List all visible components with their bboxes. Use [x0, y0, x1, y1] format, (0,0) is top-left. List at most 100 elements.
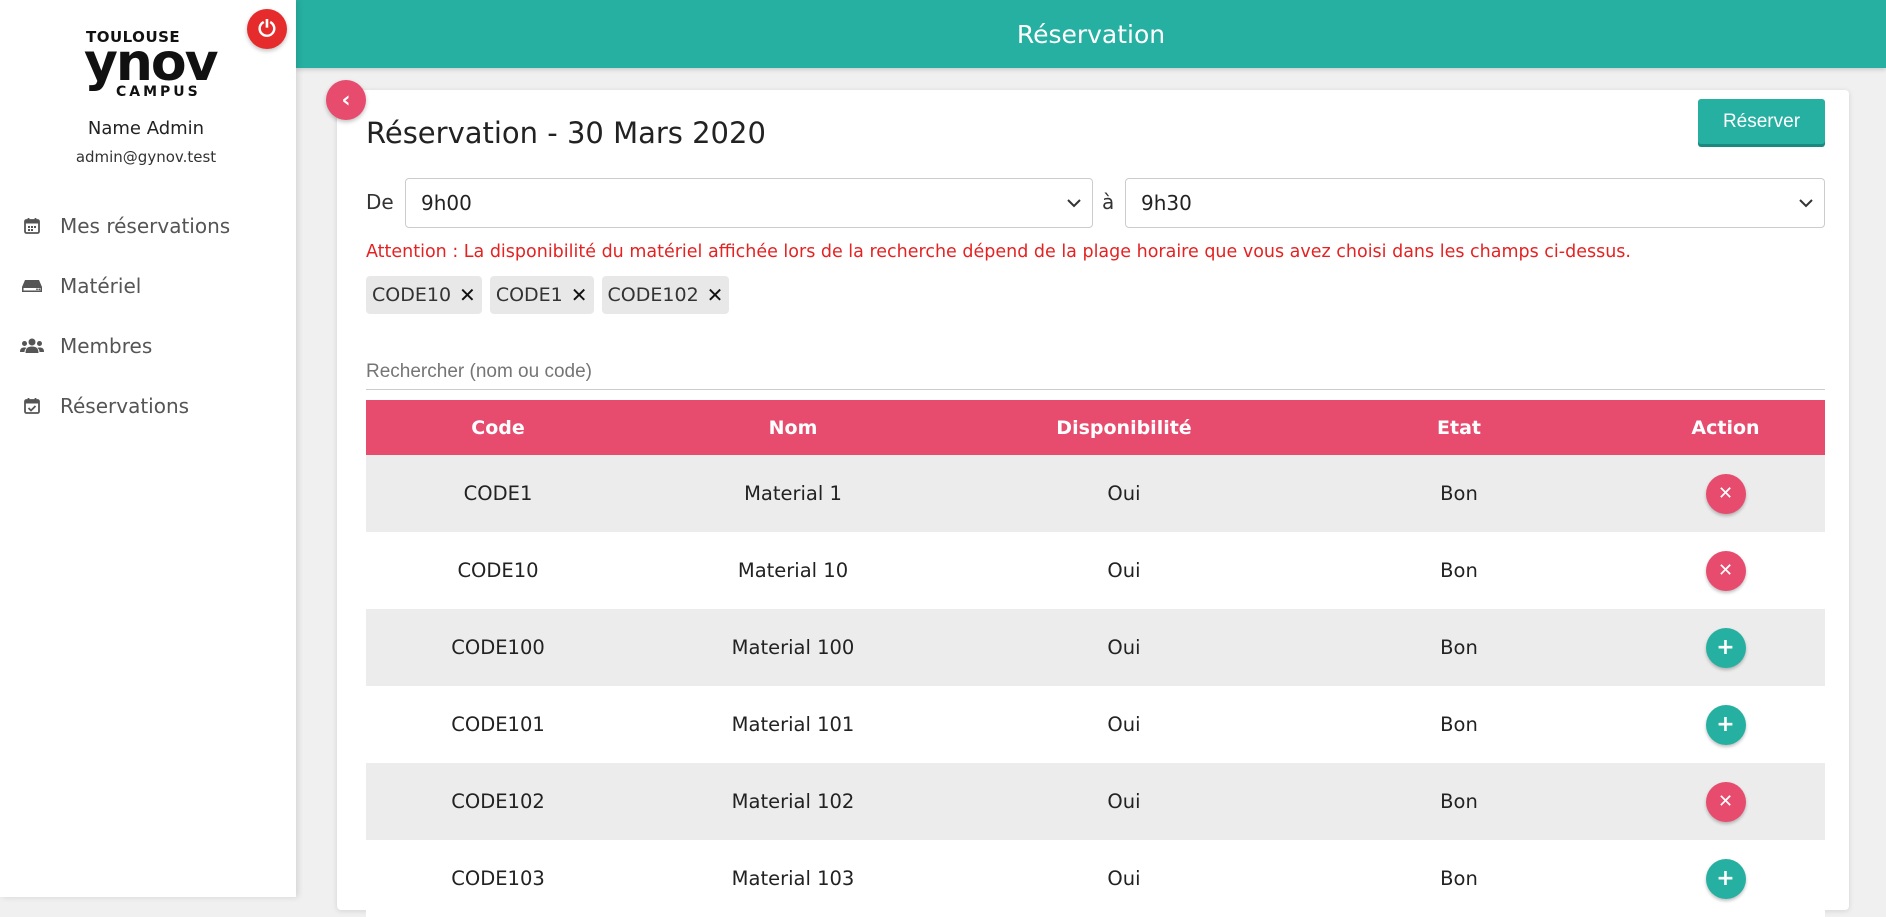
close-icon[interactable]: ✕: [571, 283, 588, 307]
header-title: Réservation: [1016, 19, 1166, 49]
logo-brand: ynov: [84, 33, 219, 93]
sidebar-item-label: Membres: [60, 334, 153, 358]
tag-label: CODE1: [495, 284, 563, 306]
to-time-value: 9h30: [1141, 191, 1192, 215]
plus-icon: +: [1716, 635, 1735, 660]
cell-name: Material 10: [737, 559, 849, 582]
table-row: CODE1 Material 1 Oui Bon ✕: [366, 455, 1825, 532]
calendar-check-icon: [20, 394, 44, 418]
cell-available: Oui: [1107, 559, 1141, 582]
add-button[interactable]: +: [1705, 858, 1746, 899]
logo-campus: CAMPUS: [116, 84, 201, 100]
close-icon[interactable]: ✕: [707, 283, 724, 307]
sidebar-item-label: Matériel: [60, 274, 142, 298]
chevron-left-icon: ‹: [341, 87, 351, 113]
cell-available: Oui: [1107, 790, 1141, 813]
close-icon: ✕: [1717, 560, 1734, 581]
back-button[interactable]: ‹: [326, 80, 366, 120]
sidebar: TOULOUSE ynov CAMPUS ⏻ Name Admin admin@…: [0, 0, 296, 897]
cell-name: Material 100: [731, 636, 855, 659]
sidebar-item-materiel[interactable]: Matériel: [0, 256, 296, 316]
cell-state: Bon: [1440, 636, 1478, 659]
cell-available: Oui: [1107, 713, 1141, 736]
chevron-down-icon: [1066, 193, 1082, 212]
cell-action: ✕: [1626, 532, 1825, 609]
sidebar-item-mes-reservations[interactable]: Mes réservations: [0, 196, 296, 256]
page-title: Réservation - 30 Mars 2020: [366, 116, 766, 150]
cell-code: CODE103: [451, 867, 545, 890]
power-icon: ⏻: [258, 16, 276, 42]
tag-label: CODE102: [607, 284, 699, 306]
cell-name: Material 102: [731, 790, 855, 813]
to-time-select[interactable]: 9h30: [1125, 178, 1825, 228]
cell-code: CODE101: [451, 713, 545, 736]
chevron-down-icon: [1798, 193, 1814, 212]
cell-code: CODE1: [463, 482, 533, 505]
cell-available: Oui: [1107, 482, 1141, 505]
selected-tags: CODE10 ✕ CODE1 ✕ CODE102 ✕: [366, 276, 730, 314]
cell-code: CODE10: [457, 559, 539, 582]
table-row: CODE102 Material 102 Oui Bon ✕: [366, 763, 1825, 840]
cell-state: Bon: [1440, 713, 1478, 736]
sidebar-nav: Mes réservations Matériel Membres Réserv…: [0, 196, 296, 436]
remove-button[interactable]: ✕: [1705, 550, 1746, 591]
cell-code: CODE102: [451, 790, 545, 813]
search-input[interactable]: [366, 348, 1825, 390]
add-button[interactable]: +: [1705, 704, 1746, 745]
column-header-disponibilite[interactable]: Disponibilité: [956, 400, 1292, 455]
column-header-etat[interactable]: Etat: [1292, 400, 1626, 455]
hdd-icon: [20, 274, 44, 298]
close-icon: ✕: [1717, 791, 1734, 812]
table-row: CODE10 Material 10 Oui Bon ✕: [366, 532, 1825, 609]
table-header: Code Nom Disponibilité Etat Action: [366, 400, 1825, 455]
cell-state: Bon: [1440, 559, 1478, 582]
cell-action: +: [1626, 609, 1825, 686]
ynov-logo: TOULOUSE ynov CAMPUS: [84, 28, 219, 100]
add-button[interactable]: +: [1705, 627, 1746, 668]
materials-table: Code Nom Disponibilité Etat Action CODE1…: [366, 400, 1825, 917]
table-row: CODE100 Material 100 Oui Bon +: [366, 609, 1825, 686]
remove-button[interactable]: ✕: [1705, 473, 1746, 514]
sidebar-item-membres[interactable]: Membres: [0, 316, 296, 376]
sidebar-item-reservations[interactable]: Réservations: [0, 376, 296, 436]
cell-available: Oui: [1107, 867, 1141, 890]
logout-button[interactable]: ⏻: [247, 9, 287, 49]
reserve-button[interactable]: Réserver: [1698, 99, 1825, 144]
selected-tag: CODE102 ✕: [601, 276, 730, 314]
cell-state: Bon: [1440, 790, 1478, 813]
availability-warning: Attention : La disponibilité du matériel…: [366, 242, 1631, 262]
header-bar: Réservation: [296, 0, 1886, 68]
table-row: CODE103 Material 103 Oui Bon +: [366, 840, 1825, 917]
cell-name: Material 1: [744, 482, 842, 505]
cell-action: +: [1626, 840, 1825, 917]
calendar-icon: [20, 214, 44, 238]
cell-code: CODE100: [451, 636, 545, 659]
user-email: admin@gynov.test: [75, 148, 217, 166]
from-label: De: [366, 190, 394, 214]
cell-action: ✕: [1626, 455, 1825, 532]
close-icon[interactable]: ✕: [459, 283, 476, 307]
from-time-select[interactable]: 9h00: [405, 178, 1093, 228]
cell-action: ✕: [1626, 763, 1825, 840]
close-icon: ✕: [1717, 483, 1734, 504]
cell-available: Oui: [1107, 636, 1141, 659]
users-icon: [20, 334, 44, 358]
column-header-code[interactable]: Code: [366, 400, 630, 455]
sidebar-item-label: Mes réservations: [60, 214, 231, 238]
column-header-action: Action: [1691, 416, 1760, 439]
selected-tag: CODE1 ✕: [489, 276, 594, 314]
sidebar-item-label: Réservations: [60, 394, 190, 418]
column-header-nom[interactable]: Nom: [630, 400, 956, 455]
cell-name: Material 101: [731, 713, 855, 736]
from-time-value: 9h00: [421, 191, 472, 215]
table-row: CODE101 Material 101 Oui Bon +: [366, 686, 1825, 763]
cell-state: Bon: [1440, 482, 1478, 505]
to-label: à: [1102, 190, 1115, 214]
cell-state: Bon: [1440, 867, 1478, 890]
selected-tag: CODE10 ✕: [366, 276, 482, 314]
cell-action: +: [1626, 686, 1825, 763]
remove-button[interactable]: ✕: [1705, 781, 1746, 822]
plus-icon: +: [1716, 866, 1735, 891]
plus-icon: +: [1716, 712, 1735, 737]
cell-name: Material 103: [731, 867, 855, 890]
